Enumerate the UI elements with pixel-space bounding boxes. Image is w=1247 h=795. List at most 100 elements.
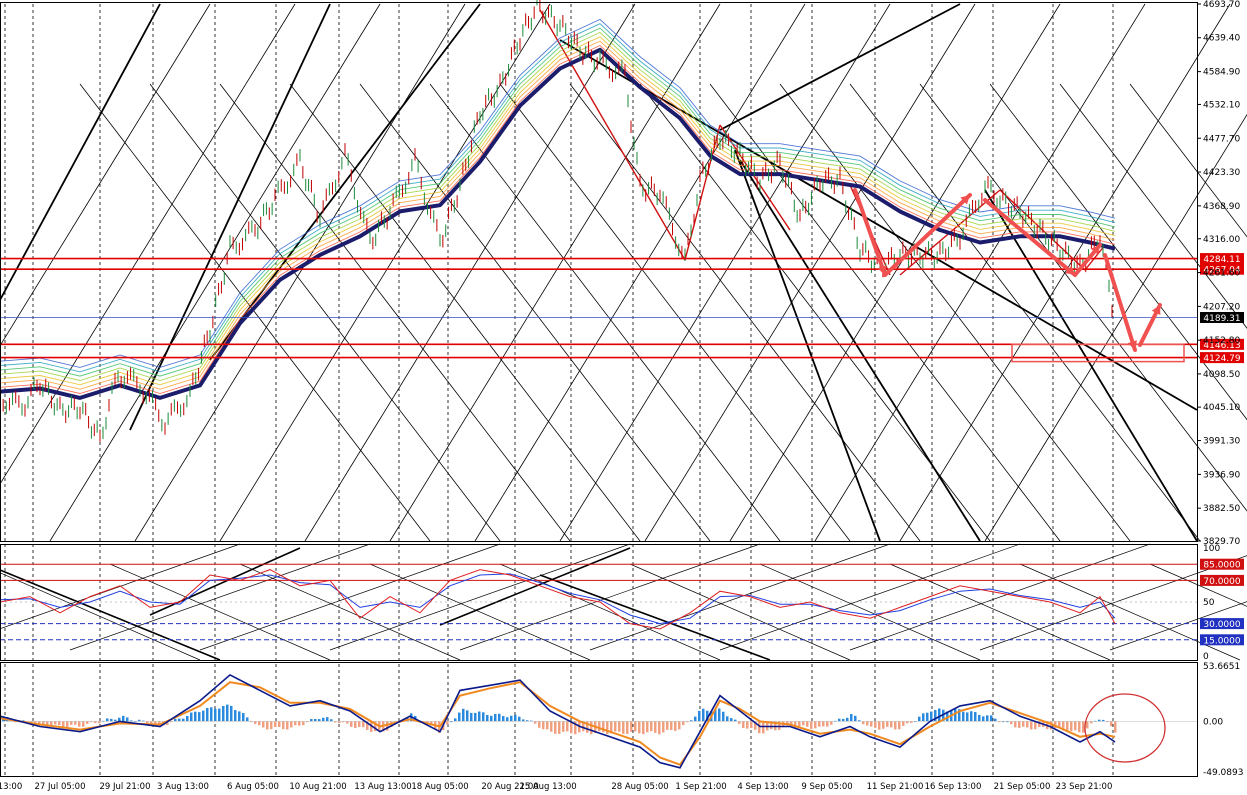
macd-histogram-bar: [518, 716, 521, 722]
macd-histogram-bar: [502, 716, 505, 722]
macd-histogram-bar: [878, 721, 881, 730]
macd-tick-label: -49.0893: [1203, 768, 1243, 778]
macd-histogram-bar: [354, 721, 357, 729]
macd-histogram-bar: [326, 717, 329, 722]
macd-histogram-bar: [1086, 721, 1089, 729]
y-tick-label: 3936.90: [1203, 470, 1240, 480]
macd-histogram-bar: [634, 721, 637, 732]
level-badge-label: 4189.31: [1203, 314, 1240, 324]
y-tick-label: 4693.70: [1203, 0, 1240, 10]
level-badge-label: 4284.11: [1203, 255, 1240, 265]
macd-histogram-bar: [178, 718, 181, 722]
macd-histogram-bar: [666, 721, 669, 730]
macd-histogram-bar: [558, 721, 561, 734]
macd-histogram-bar: [646, 721, 649, 733]
x-tick-label: 13 Aug 13:00: [354, 782, 411, 792]
macd-histogram-bar: [94, 721, 97, 724]
macd-histogram-bar: [1078, 721, 1081, 733]
macd-histogram-bar: [682, 721, 685, 726]
macd-histogram-bar: [234, 710, 237, 722]
macd-histogram-bar: [198, 712, 201, 722]
macd-histogram-bar: [466, 710, 469, 722]
macd-histogram-bar: [174, 718, 177, 722]
macd-histogram-bar: [186, 716, 189, 722]
y-tick-label: 4532.10: [1203, 100, 1240, 110]
macd-histogram-bar: [314, 718, 317, 722]
macd-histogram-bar: [906, 721, 909, 724]
macd-histogram-bar: [98, 721, 101, 724]
macd-histogram-bar: [798, 721, 801, 727]
macd-histogram-bar: [546, 721, 549, 730]
x-tick-label: 9 Sep 05:00: [801, 782, 852, 792]
macd-histogram-bar: [462, 708, 465, 722]
macd-histogram-bar: [822, 721, 825, 727]
macd-histogram-bar: [734, 719, 737, 722]
macd-histogram-bar: [702, 708, 705, 722]
macd-histogram-bar: [982, 716, 985, 722]
y-tick-label: 3882.50: [1203, 504, 1240, 514]
macd-histogram-bar: [654, 721, 657, 733]
macd-histogram-bar: [1018, 721, 1021, 728]
macd-histogram-bar: [510, 715, 513, 722]
x-tick-label: 3 Aug 13:00: [157, 782, 209, 792]
macd-histogram-bar: [882, 721, 885, 729]
macd-histogram-bar: [726, 716, 729, 722]
macd-histogram-bar: [694, 716, 697, 722]
macd-histogram-bar: [986, 715, 989, 722]
macd-histogram-bar: [214, 708, 217, 722]
macd-histogram-bar: [266, 721, 269, 730]
x-tick-label: 13:00: [0, 782, 22, 792]
macd-histogram-bar: [550, 721, 553, 732]
macd-histogram-bar: [290, 721, 293, 728]
macd-histogram-bar: [1074, 721, 1077, 731]
macd-histogram-bar: [222, 705, 225, 722]
macd-histogram-bar: [658, 721, 661, 735]
macd-histogram-bar: [338, 721, 341, 724]
macd-histogram-bar: [566, 721, 569, 732]
y-tick-label: 3991.30: [1203, 437, 1240, 447]
stoch-tick-label: 70.0000: [1203, 577, 1240, 587]
y-tick-label: 4368.90: [1203, 202, 1240, 212]
macd-histogram-bar: [562, 721, 565, 732]
macd-histogram-bar: [114, 719, 117, 722]
macd-histogram-bar: [298, 721, 301, 726]
macd-histogram-bar: [850, 714, 853, 722]
macd-histogram-bar: [842, 718, 845, 722]
macd-histogram-bar: [62, 721, 65, 728]
macd-histogram-bar: [1070, 721, 1073, 732]
macd-histogram-bar: [358, 721, 361, 727]
x-tick-label: 10 Aug 21:00: [289, 782, 346, 792]
macd-histogram-bar: [870, 721, 873, 727]
x-tick-label: 21 Sep 05:00: [994, 782, 1051, 792]
y-tick-label: 4423.30: [1203, 168, 1240, 178]
y-tick-label: 4152.80: [1203, 336, 1240, 346]
macd-histogram-bar: [310, 719, 313, 722]
macd-histogram-bar: [718, 708, 721, 722]
macd-histogram-bar: [446, 721, 449, 725]
macd-histogram-bar: [970, 711, 973, 722]
y-tick-label: 4207.20: [1203, 302, 1240, 312]
macd-histogram-bar: [922, 713, 925, 722]
macd-histogram-bar: [110, 718, 113, 722]
macd-histogram-bar: [614, 721, 617, 732]
macd-histogram-bar: [270, 721, 273, 730]
x-tick-label: 1 Sep 21:00: [675, 782, 726, 792]
macd-histogram-bar: [806, 721, 809, 727]
macd-histogram-bar: [494, 714, 497, 722]
macd-histogram-bar: [318, 719, 321, 722]
macd-histogram-bar: [926, 712, 929, 722]
macd-histogram-bar: [218, 708, 221, 722]
macd-histogram-bar: [638, 721, 641, 734]
macd-histogram-bar: [630, 721, 633, 732]
macd-tick-label: 0.00: [1203, 717, 1223, 727]
chart-root: 4284.11 4267.04 4189.31 4146.13 4124.79 4693.…: [0, 0, 1247, 795]
y-tick-label: 4316.00: [1203, 235, 1240, 245]
x-tick-label: 28 Aug 05:00: [611, 782, 668, 792]
y-tick-label: 4477.70: [1203, 134, 1240, 144]
macd-histogram-bar: [974, 711, 977, 722]
macd-histogram-bar: [274, 721, 277, 728]
macd-histogram-bar: [262, 721, 265, 728]
macd-histogram-bar: [622, 721, 625, 734]
macd-histogram-bar: [826, 721, 829, 727]
macd-histogram-bar: [874, 721, 877, 728]
